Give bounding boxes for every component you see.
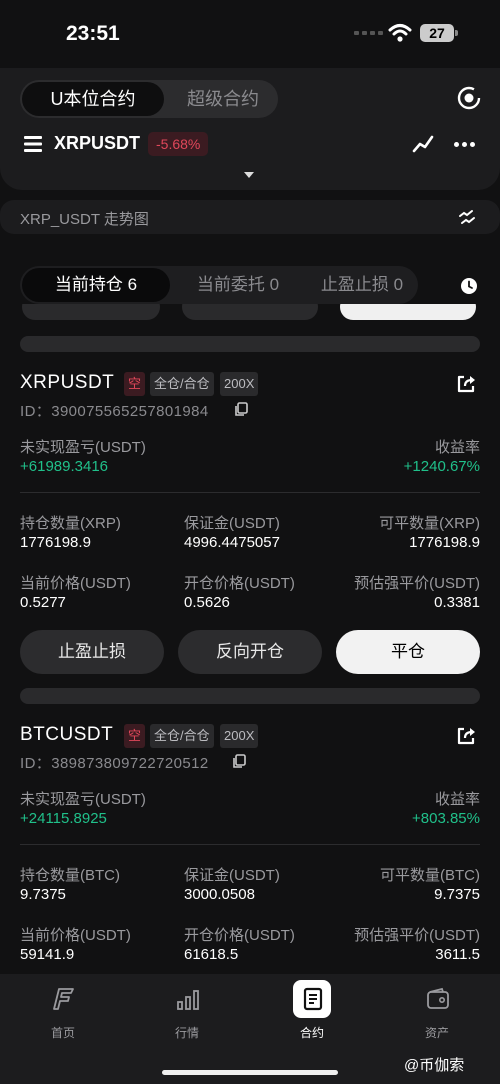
tab-usdt-contract[interactable]: U本位合约 [22, 82, 164, 116]
mark-price-value: 0.5277 [20, 594, 66, 611]
nav-market[interactable]: 行情 [142, 974, 232, 1054]
margin-mode-tag: 全仓/合仓 [150, 724, 214, 748]
nav-home-label: 首页 [50, 1026, 75, 1040]
margin-label: 保证金(USDT) [184, 515, 280, 532]
tab-super-contract[interactable]: 超级合约 [168, 80, 278, 118]
copy-icon[interactable] [232, 754, 246, 769]
chart-toggle-bar[interactable]: XRP_USDT 走势图 [0, 200, 500, 234]
position-symbol: BTCUSDT [20, 724, 114, 745]
position-id: ID：390075565257801984 [20, 403, 209, 420]
price-change-badge: -5.68% [148, 132, 209, 156]
share-icon[interactable] [456, 374, 476, 394]
card-divider [20, 336, 480, 352]
contract-header: U本位合约 超级合约 XRPUSDT -5.68% [0, 68, 500, 190]
reverse-open-button[interactable]: 反向开仓 [178, 630, 322, 674]
unrealized-pnl-value: +24115.8925 [20, 810, 107, 827]
chart-label: XRP_USDT 走势图 [20, 211, 149, 228]
status-time: 23:51 [66, 22, 120, 45]
tab-current-positions[interactable]: 当前持仓 6 [22, 268, 170, 302]
liq-price-value: 0.3381 [434, 594, 480, 611]
bar-chart-icon [177, 990, 199, 1010]
more-icon[interactable] [454, 142, 475, 147]
nav-assets-label: 资产 [424, 1026, 449, 1040]
roe-label: 收益率 [434, 791, 480, 808]
unrealized-pnl-label: 未实现盈亏(USDT) [20, 439, 146, 456]
trend-chart-icon[interactable] [412, 134, 434, 154]
qty-label: 持仓数量(BTC) [20, 867, 120, 884]
closable-value: 1776198.9 [409, 534, 480, 551]
nav-home[interactable]: 首页 [18, 974, 108, 1054]
watermark: @币伽索 [404, 1057, 465, 1074]
entry-price-value: 61618.5 [184, 946, 239, 963]
mark-price-label: 当前价格(USDT) [20, 575, 131, 592]
contract-mode-tabs: U本位合约 超级合约 [20, 80, 278, 118]
unrealized-pnl-label: 未实现盈亏(USDT) [20, 791, 146, 808]
nav-market-label: 行情 [174, 1026, 199, 1040]
entry-price-label: 开仓价格(USDT) [184, 927, 295, 944]
history-clock-icon[interactable] [460, 277, 478, 295]
qty-value: 9.7375 [20, 886, 66, 903]
qty-value: 1776198.9 [20, 534, 91, 551]
tab-open-orders[interactable]: 当前委托 0 [170, 266, 306, 304]
scrolled-buttons-remnant [0, 304, 500, 322]
close-position-button[interactable]: 平仓 [336, 630, 480, 674]
margin-mode-tag: 全仓/合仓 [150, 372, 214, 396]
chart-expand-icon[interactable] [458, 208, 476, 226]
position-card: BTCUSDT 空 全仓/合仓 200X ID：3898738097227205… [0, 724, 500, 974]
closable-label: 可平数量(BTC) [380, 867, 480, 884]
margin-value: 4996.4475057 [184, 534, 280, 551]
entry-price-value: 0.5626 [184, 594, 230, 611]
position-tabs: 当前持仓 6 当前委托 0 止盈止损 0 [20, 266, 418, 304]
mark-price-label: 当前价格(USDT) [20, 927, 131, 944]
battery-icon: 27 [420, 24, 458, 42]
home-indicator [162, 1070, 338, 1075]
tpsl-button[interactable]: 止盈止损 [20, 630, 164, 674]
liq-price-label: 预估强平价(USDT) [354, 927, 480, 944]
qty-label: 持仓数量(XRP) [20, 515, 121, 532]
roe-value: +1240.67% [403, 458, 480, 475]
nav-contract-label: 合约 [299, 1026, 324, 1040]
copy-icon[interactable] [234, 402, 248, 417]
status-bar: 23:51 27 [0, 0, 500, 68]
roe-value: +803.85% [412, 810, 480, 827]
liq-price-value: 3611.5 [435, 946, 480, 963]
margin-value: 3000.0508 [184, 886, 255, 903]
divider [20, 844, 480, 845]
entry-price-label: 开仓价格(USDT) [184, 575, 295, 592]
position-card: XRPUSDT 空 全仓/合仓 200X ID：3900755652578019… [0, 372, 500, 682]
wifi-icon [388, 24, 412, 42]
symbol-row: XRPUSDT -5.68% [0, 130, 500, 160]
mark-price-value: 59141.9 [20, 946, 75, 963]
target-icon[interactable] [456, 85, 482, 111]
nav-assets[interactable]: 资产 [392, 974, 482, 1054]
symbol-selector[interactable]: XRPUSDT [54, 133, 140, 154]
menu-icon[interactable] [24, 136, 42, 152]
signal-icon [354, 31, 383, 35]
card-divider [20, 688, 480, 704]
position-id: ID：389873809722720512 [20, 755, 209, 772]
margin-label: 保证金(USDT) [184, 867, 280, 884]
chevron-down-icon[interactable] [244, 172, 254, 178]
liq-price-label: 预估强平价(USDT) [354, 575, 480, 592]
contract-doc-icon [303, 987, 323, 1011]
roe-label: 收益率 [434, 439, 480, 456]
position-actions: 止盈止损 反向开仓 平仓 [0, 630, 500, 674]
side-tag: 空 [124, 724, 146, 748]
leverage-tag: 200X [220, 372, 259, 396]
nav-contract[interactable]: 合约 [267, 974, 357, 1054]
unrealized-pnl-value: +61989.3416 [20, 458, 109, 475]
closable-label: 可平数量(XRP) [379, 515, 480, 532]
share-icon[interactable] [456, 726, 476, 746]
position-symbol: XRPUSDT [20, 372, 115, 393]
leverage-tag: 200X [220, 724, 259, 748]
divider [20, 492, 480, 493]
side-tag: 空 [124, 372, 146, 396]
tab-tpsl[interactable]: 止盈止损 0 [306, 266, 418, 304]
wallet-icon [427, 987, 449, 1009]
home-logo-icon [53, 988, 74, 1010]
closable-value: 9.7375 [434, 886, 480, 903]
